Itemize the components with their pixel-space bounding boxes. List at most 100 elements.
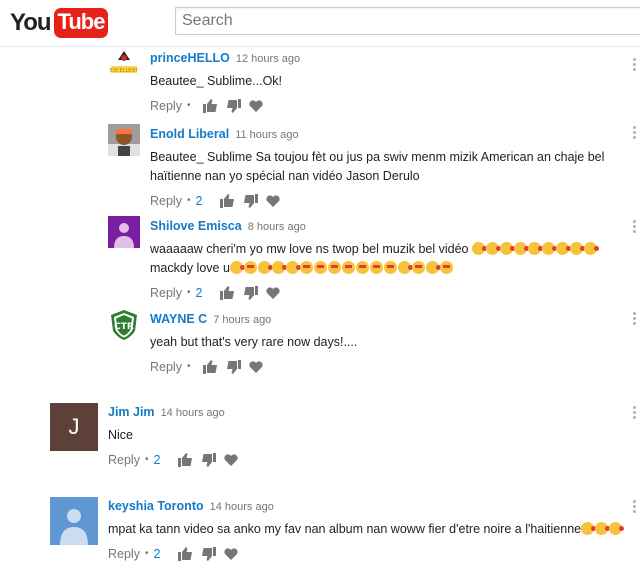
separator-dot: • (144, 454, 149, 465)
thumbs-down-icon (244, 286, 259, 300)
logo-you-text: You (10, 9, 52, 36)
reply-button[interactable]: Reply (150, 97, 182, 115)
avatar[interactable] (108, 216, 140, 248)
heart-icon (249, 360, 264, 373)
comment-text: waaaaaw cheri'm yo mw love ns twop bel m… (150, 240, 628, 278)
comment-author[interactable]: princeHELLO (150, 51, 230, 65)
separator-dot: • (186, 361, 191, 372)
default-user-icon (108, 216, 140, 248)
thumbs-up-icon (203, 99, 218, 113)
photo-avatar-icon (108, 124, 140, 156)
svg-text:EXCELLENT: EXCELLENT (110, 68, 139, 74)
comment-text: yeah but that's very rare now days!.... (150, 335, 358, 349)
reply-button[interactable]: Reply (150, 358, 182, 376)
kiss-emojis (471, 242, 599, 256)
reply-button[interactable]: Reply (150, 284, 182, 302)
comment-text: mpat ka tann video sa anko my fav nan al… (108, 520, 628, 539)
avatar[interactable]: J (50, 403, 98, 451)
comment-text: Nice (108, 428, 134, 442)
reply-button[interactable]: Reply (150, 192, 182, 210)
masthead: You Tube (0, 0, 640, 47)
thumbs-down-icon (202, 547, 217, 561)
thumbs-up-icon (203, 360, 218, 374)
like-button[interactable] (203, 99, 218, 113)
like-count: 2 (195, 286, 203, 300)
dislike-button[interactable] (226, 99, 242, 113)
comment-menu-button[interactable] (633, 220, 637, 235)
search-input[interactable] (176, 8, 640, 34)
youtube-logo[interactable]: You Tube (10, 8, 109, 38)
comment-text: Beautee_ Sublime Sa toujou fèt ou jus pa… (150, 150, 605, 183)
reply-button[interactable]: Reply (108, 451, 140, 469)
dislike-button[interactable] (226, 360, 242, 374)
comment-menu-button[interactable] (633, 58, 637, 73)
comment-text-part1: waaaaaw cheri'm yo mw love ns twop bel m… (150, 242, 469, 256)
heart-icon (224, 547, 239, 560)
comment-time[interactable]: 14 hours ago (161, 407, 225, 419)
comment-time[interactable]: 12 hours ago (236, 53, 300, 65)
dislike-button[interactable] (243, 194, 259, 208)
ctr-shield-icon: CTR (108, 309, 140, 341)
comment-author[interactable]: keyshia Toronto (108, 499, 204, 513)
comment-text-part2: mackdy love u (150, 261, 230, 275)
search-box[interactable] (175, 7, 640, 35)
heart-icon (224, 453, 239, 466)
like-button[interactable] (178, 547, 193, 561)
thumbs-up-icon (220, 286, 235, 300)
comment-menu-button[interactable] (633, 406, 637, 421)
like-count: 2 (153, 453, 161, 467)
comment-time[interactable]: 14 hours ago (210, 501, 274, 513)
thumbs-down-icon (244, 194, 259, 208)
dislike-button[interactable] (243, 286, 259, 300)
avatar[interactable] (108, 124, 140, 156)
comment-author[interactable]: Enold Liberal (150, 127, 229, 141)
separator-dot: • (186, 287, 191, 298)
thumbs-up-icon (178, 453, 193, 467)
heart-button[interactable] (224, 547, 239, 561)
thumbs-down-icon (202, 453, 217, 467)
avatar-letter: J (68, 414, 80, 439)
thumbs-up-icon (178, 547, 193, 561)
heart-button[interactable] (224, 453, 239, 467)
comment-menu-button[interactable] (633, 126, 637, 141)
comment-author[interactable]: WAYNE C (150, 312, 207, 326)
prince-badge-icon: EXCELLENT (108, 48, 140, 80)
separator-dot: • (186, 100, 191, 111)
comment-author[interactable]: Jim Jim (108, 405, 155, 419)
dislike-button[interactable] (201, 453, 217, 467)
like-button[interactable] (203, 360, 218, 374)
like-count: 2 (153, 547, 161, 561)
thumbs-down-icon (227, 99, 242, 113)
avatar[interactable] (50, 497, 98, 545)
dislike-button[interactable] (201, 547, 217, 561)
comment-time[interactable]: 11 hours ago (235, 129, 298, 141)
heart-icon (266, 194, 281, 207)
logo-tube-text: Tube (53, 8, 109, 38)
heart-button[interactable] (249, 99, 264, 113)
like-count: 2 (195, 194, 203, 208)
svg-text:CTR: CTR (114, 322, 134, 332)
like-button[interactable] (220, 194, 235, 208)
avatar[interactable]: CTR (108, 309, 140, 341)
comment-time[interactable]: 7 hours ago (213, 314, 271, 326)
thumbs-down-icon (227, 360, 242, 374)
comment-author[interactable]: Shilove Emisca (150, 219, 242, 233)
comment-text-body: mpat ka tann video sa anko my fav nan al… (108, 522, 582, 536)
separator-dot: • (144, 548, 149, 559)
comment-time[interactable]: 8 hours ago (248, 221, 306, 233)
heart-icon (249, 99, 264, 112)
heart-button[interactable] (266, 194, 281, 208)
thumbs-up-icon (220, 194, 235, 208)
comment-menu-button[interactable] (633, 312, 637, 327)
avatar[interactable]: EXCELLENT (108, 48, 140, 80)
heart-icon (266, 286, 281, 299)
like-button[interactable] (220, 286, 235, 300)
comment-menu-button[interactable] (633, 500, 637, 515)
comment-text: Beautee_ Sublime...Ok! (150, 74, 283, 88)
kiss-emojis (581, 522, 625, 536)
reply-button[interactable]: Reply (108, 545, 140, 563)
like-button[interactable] (178, 453, 193, 467)
separator-dot: • (186, 195, 191, 206)
heart-button[interactable] (266, 286, 281, 300)
heart-button[interactable] (249, 360, 264, 374)
